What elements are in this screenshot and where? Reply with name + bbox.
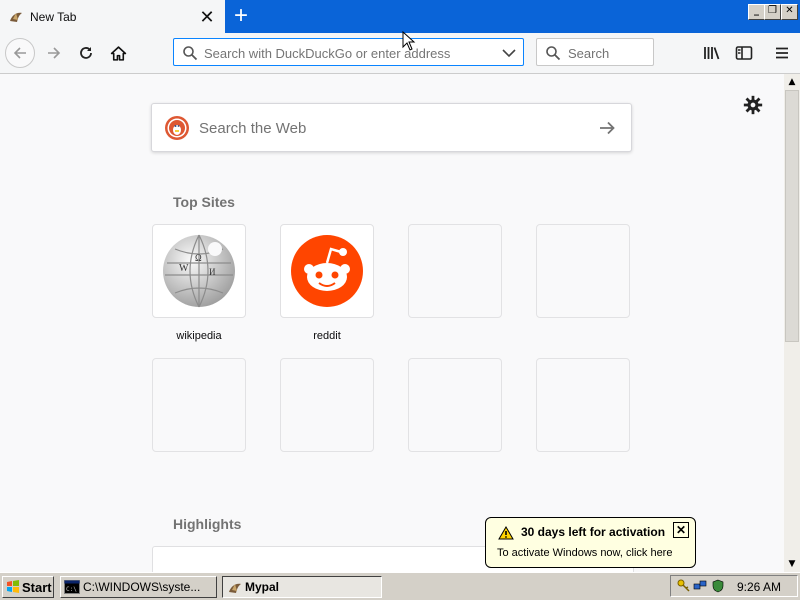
home-icon — [110, 45, 126, 61]
taskbar-item-cmd[interactable]: C:\ C:\WINDOWS\syste... — [60, 576, 217, 598]
taskbar: Start C:\ C:\WINDOWS\syste... Mypal 9:26… — [0, 572, 800, 600]
top-site-tile-empty[interactable] — [280, 358, 374, 452]
svg-text:C:\: C:\ — [66, 586, 77, 593]
library-icon — [704, 47, 720, 60]
system-tray: 9:26 AM — [670, 575, 798, 597]
scrollbar-thumb[interactable] — [785, 90, 799, 342]
navigation-toolbar: Search — [0, 33, 800, 74]
forward-button[interactable] — [40, 39, 68, 67]
search-icon — [546, 46, 561, 61]
menu-button[interactable] — [768, 39, 796, 67]
search-bar[interactable]: Search — [536, 38, 654, 66]
mypal-favicon-icon — [10, 12, 22, 22]
wikipedia-globe-icon: W Ω И — [163, 234, 235, 308]
svg-text:И: И — [209, 267, 216, 277]
top-site-tile-wikipedia[interactable]: W Ω И — [152, 224, 246, 318]
hamburger-menu-icon — [776, 47, 788, 59]
sidebar-icon — [735, 46, 753, 60]
minimize-button[interactable]: _ — [748, 4, 765, 20]
reload-icon — [80, 47, 92, 59]
top-site-tile-empty[interactable] — [408, 358, 502, 452]
top-site-label: wikipedia — [176, 330, 222, 342]
reload-button[interactable] — [72, 39, 100, 67]
new-tab-button[interactable]: + — [230, 4, 252, 28]
svg-text:Ω: Ω — [195, 253, 202, 263]
svg-text:W: W — [179, 263, 189, 274]
tab-title: New Tab — [30, 10, 77, 24]
top-site-tile-empty[interactable] — [536, 224, 630, 318]
balloon-title: 30 days left for activation — [521, 525, 666, 539]
scroll-down-arrow-icon[interactable]: ▼ — [784, 556, 800, 572]
highlights-heading: Highlights — [173, 516, 242, 532]
network-icon[interactable] — [693, 579, 707, 593]
top-site-label: reddit — [313, 330, 341, 342]
search-input[interactable]: Search — [568, 46, 609, 61]
web-search-box[interactable]: Search the Web — [151, 103, 632, 152]
top-site-tile-empty[interactable] — [152, 358, 246, 452]
arrow-right-icon — [48, 47, 61, 59]
home-button[interactable] — [104, 39, 132, 67]
sidebar-button[interactable] — [730, 39, 758, 67]
taskbar-item-label: Mypal — [245, 580, 280, 594]
mypal-favicon-icon — [229, 583, 241, 593]
top-site-tile-empty[interactable] — [536, 358, 630, 452]
close-window-button[interactable]: ✕ — [781, 4, 798, 20]
gear-icon[interactable] — [742, 94, 764, 116]
taskbar-item-mypal[interactable]: Mypal — [222, 576, 382, 598]
address-bar[interactable] — [173, 38, 524, 66]
warning-icon — [498, 526, 514, 540]
search-icon — [183, 46, 198, 61]
start-button[interactable]: Start — [2, 576, 54, 598]
clock: 9:26 AM — [737, 580, 782, 594]
chevron-down-icon[interactable] — [502, 47, 516, 59]
duckduckgo-logo-icon — [165, 116, 189, 140]
balloon-close-button[interactable]: ✕ — [673, 522, 689, 538]
top-site-tile-reddit[interactable] — [280, 224, 374, 318]
reddit-alien-icon — [291, 235, 363, 307]
taskbar-item-label: C:\WINDOWS\syste... — [83, 580, 201, 594]
balloon-activate-link[interactable]: To activate Windows now, click here — [497, 547, 672, 559]
library-button[interactable] — [698, 39, 726, 67]
tab-new-tab[interactable]: New Tab ✕ — [0, 0, 225, 33]
restore-button[interactable]: ❐ — [764, 4, 781, 20]
top-site-tile-empty[interactable] — [408, 224, 502, 318]
tab-strip: New Tab ✕ + _ ❐ ✕ — [0, 0, 800, 33]
back-button[interactable] — [5, 38, 35, 68]
web-search-input[interactable]: Search the Web — [199, 120, 306, 137]
tab-close-icon[interactable]: ✕ — [198, 8, 216, 26]
scroll-up-arrow-icon[interactable]: ▲ — [784, 74, 800, 90]
mouse-cursor-icon — [402, 31, 416, 51]
arrow-right-icon[interactable] — [597, 118, 617, 138]
windows-logo-icon — [7, 580, 19, 593]
top-sites-heading: Top Sites — [173, 194, 235, 210]
arrow-left-icon — [13, 47, 26, 59]
security-center-icon[interactable] — [711, 579, 725, 593]
activation-balloon[interactable]: 30 days left for activation ✕ To activat… — [485, 517, 696, 568]
address-input[interactable] — [204, 46, 494, 61]
activation-key-icon[interactable] — [677, 579, 691, 593]
start-label: Start — [22, 580, 52, 595]
command-prompt-icon: C:\ — [64, 580, 80, 594]
new-tab-page: Search the Web Top Sites W Ω И wikipedia — [0, 74, 784, 572]
